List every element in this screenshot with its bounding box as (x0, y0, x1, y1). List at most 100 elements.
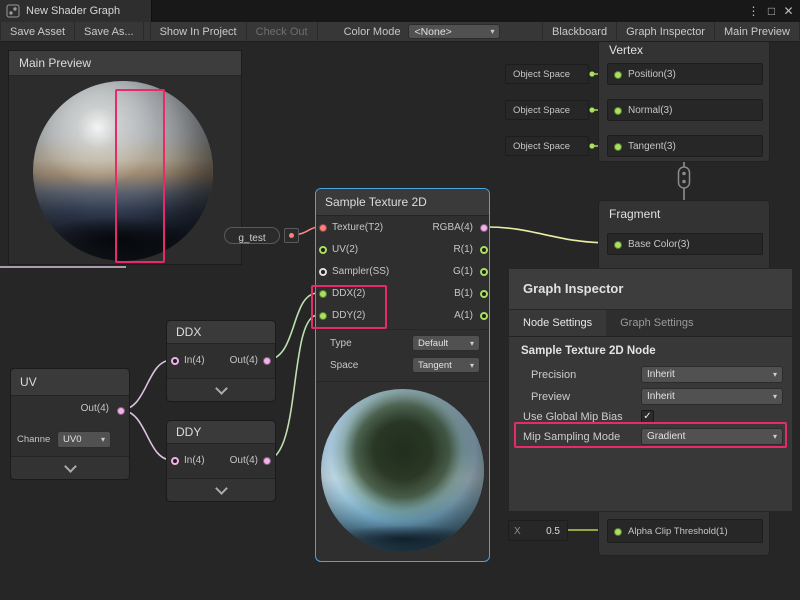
rgba-port-label: RGBA(4) (432, 217, 473, 239)
base-color-port-label: Base Color(3) (628, 234, 690, 256)
ddx-in-port[interactable] (171, 357, 179, 365)
ddx-node-title: DDX (167, 321, 275, 344)
ddx-out-port[interactable] (263, 357, 271, 365)
precision-dropdown[interactable]: Inherit ▾ (641, 366, 783, 383)
channel-value: UV0 (63, 434, 81, 445)
tab-node-settings[interactable]: Node Settings (509, 310, 606, 336)
a-port[interactable] (480, 312, 488, 320)
maximize-icon[interactable]: □ (763, 0, 780, 22)
collapse-chevron-icon (215, 382, 228, 395)
space-value: Tangent (418, 360, 452, 371)
shader-graph-window: New Shader Graph ⋮ □ ✕ Save Asset Save A… (0, 0, 800, 600)
channel-dropdown[interactable]: UV0 ▾ (57, 431, 111, 448)
more-options-icon[interactable]: ⋮ (745, 0, 762, 22)
fragment-row-alpha-clip[interactable]: Alpha Clip Threshold(1) (607, 519, 763, 543)
type-dropdown[interactable]: Default ▾ (412, 335, 480, 351)
position-port-label: Position(3) (628, 64, 676, 86)
precision-value: Inherit (647, 369, 675, 380)
vertex-row-normal[interactable]: Normal(3) (607, 99, 763, 121)
dropdown-arrow-icon: ▾ (773, 370, 777, 379)
dropdown-arrow-icon: ▾ (101, 435, 105, 444)
type-value: Default (418, 338, 448, 349)
b-port[interactable] (480, 290, 488, 298)
ddx-port[interactable] (319, 290, 327, 298)
save-asset-button[interactable]: Save Asset (0, 22, 75, 42)
position-port[interactable] (614, 71, 622, 79)
ddx-node[interactable]: DDX In(4) Out(4) (166, 320, 276, 402)
a-port-label: A(1) (454, 305, 473, 327)
alpha-clip-value-field[interactable]: X 0.5 (508, 520, 568, 541)
tab-graph-settings[interactable]: Graph Settings (606, 310, 707, 336)
fragment-block-title: Fragment (609, 207, 660, 221)
tangent-port[interactable] (614, 143, 622, 151)
vertex-row-position[interactable]: Position(3) (607, 63, 763, 85)
x-component-value: 0.5 (546, 521, 560, 542)
check-out-button: Check Out (247, 22, 318, 42)
document-tab[interactable]: New Shader Graph (0, 0, 152, 22)
graph-inspector-header[interactable]: Graph Inspector (509, 269, 792, 310)
alpha-clip-port-label: Alpha Clip Threshold(1) (628, 520, 728, 544)
texture-port-label: Texture(T2) (332, 217, 383, 239)
collapse-chevron-icon (215, 482, 228, 495)
color-mode-dropdown[interactable]: <None> ▾ (408, 24, 500, 39)
mip-sampling-mode-label: Mip Sampling Mode (523, 427, 620, 447)
rgba-port[interactable] (480, 224, 488, 232)
use-global-mip-bias-checkbox[interactable]: ✓ (641, 410, 654, 423)
tangent-space-dropdown[interactable]: Object Space (505, 136, 589, 156)
use-global-mip-bias-label: Use Global Mip Bias (523, 407, 623, 427)
x-component-label: X (514, 521, 521, 542)
main-preview-header[interactable]: Main Preview (9, 51, 241, 76)
preview-dropdown[interactable]: Inherit ▾ (641, 388, 783, 405)
ddy-in-port[interactable] (171, 457, 179, 465)
preview-label: Preview (531, 387, 570, 407)
uv-collapse-button[interactable] (11, 456, 129, 479)
ddx-in-label: In(4) (184, 351, 205, 371)
normal-port-label: Normal(3) (628, 100, 672, 122)
graph-inspector-panel: Graph Inspector Node Settings Graph Sett… (508, 268, 793, 512)
position-space-dropdown[interactable]: Object Space (505, 64, 589, 84)
r-port[interactable] (480, 246, 488, 254)
fragment-row-base-color[interactable]: Base Color(3) (607, 233, 763, 255)
ddx-collapse-button[interactable] (167, 378, 275, 401)
close-icon[interactable]: ✕ (780, 0, 797, 22)
save-as-button[interactable]: Save As... (75, 22, 144, 42)
blackboard-toggle-button[interactable]: Blackboard (542, 22, 617, 42)
graph-inspector-toggle-button[interactable]: Graph Inspector (617, 22, 715, 42)
window-title: New Shader Graph (26, 0, 120, 22)
uv-port[interactable] (319, 246, 327, 254)
g-port[interactable] (480, 268, 488, 276)
space-dropdown[interactable]: Tangent ▾ (412, 357, 480, 373)
texture-port[interactable] (319, 224, 327, 232)
ddy-node-title: DDY (167, 421, 275, 444)
vertex-fragment-link-icon (679, 167, 690, 188)
ddy-out-port[interactable] (263, 457, 271, 465)
ddx-out-label: Out(4) (230, 351, 258, 371)
main-preview-toggle-button[interactable]: Main Preview (715, 22, 800, 42)
sampler-port-label: Sampler(SS) (332, 261, 389, 283)
precision-label: Precision (531, 365, 576, 385)
checkbox-check-icon: ✓ (643, 411, 651, 422)
mip-sampling-mode-value: Gradient (647, 431, 685, 442)
sampler-port[interactable] (319, 268, 327, 276)
inspector-node-heading: Sample Texture 2D Node (521, 345, 656, 357)
b-port-label: B(1) (454, 283, 473, 305)
normal-port[interactable] (614, 107, 622, 115)
ddy-port[interactable] (319, 312, 327, 320)
property-output-stub[interactable] (284, 228, 299, 243)
channel-label: Channe (17, 431, 55, 449)
sample-texture-2d-node[interactable]: Sample Texture 2D Texture(T2) UV(2) Samp… (315, 188, 490, 562)
ddy-node[interactable]: DDY In(4) Out(4) (166, 420, 276, 502)
property-node-g-test[interactable]: g_test (224, 227, 280, 244)
base-color-port[interactable] (614, 241, 622, 249)
mip-sampling-mode-dropdown[interactable]: Gradient ▾ (641, 428, 783, 445)
vertex-row-tangent[interactable]: Tangent(3) (607, 135, 763, 157)
normal-space-dropdown[interactable]: Object Space (505, 100, 589, 120)
property-output-port[interactable] (289, 233, 294, 238)
vertex-context-block[interactable]: Vertex Position(3) Normal(3) Tangent(3) (598, 42, 770, 162)
dropdown-arrow-icon: ▾ (470, 361, 474, 370)
ddy-collapse-button[interactable] (167, 478, 275, 501)
uv-out-port[interactable] (117, 407, 125, 415)
uv-node[interactable]: UV Out(4) Channe UV0 ▾ (10, 368, 130, 480)
show-in-project-button[interactable]: Show In Project (150, 22, 247, 42)
alpha-clip-port[interactable] (614, 528, 622, 536)
